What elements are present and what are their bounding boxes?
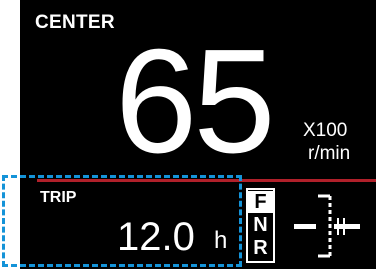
gear-neutral: N — [253, 214, 268, 236]
trip-selection-highlight — [2, 175, 242, 267]
gear-forward: F — [248, 191, 273, 213]
trim-indicator-icon — [294, 194, 360, 258]
gear-reverse: R — [253, 237, 268, 259]
engine-position-label: CENTER — [35, 12, 115, 33]
rpm-unit: r/min — [308, 143, 351, 164]
rpm-multiplier: X100 — [303, 120, 348, 141]
gear-indicator: F N R — [246, 188, 275, 263]
rpm-value: 65 — [115, 19, 276, 184]
